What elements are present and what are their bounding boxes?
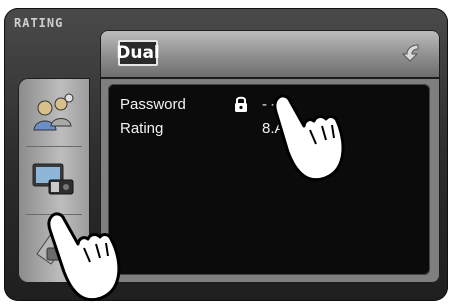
brand-logo: Dual: [116, 40, 160, 66]
sidebar-divider: [26, 214, 82, 215]
video-icon: [32, 163, 74, 195]
main-panel: Password - - - - Rating 8.Ad: [100, 78, 440, 283]
back-button[interactable]: [400, 42, 426, 66]
back-arrow-icon: [401, 44, 419, 62]
password-label: Password: [120, 96, 186, 113]
sidebar-item-video[interactable]: [24, 150, 84, 206]
password-value: - - - -: [262, 96, 295, 113]
sidebar-item-users[interactable]: [24, 84, 84, 140]
sidebar-item-rating[interactable]: [24, 218, 84, 274]
rating-label: Rating: [120, 120, 164, 137]
sidebar: [18, 78, 90, 283]
header-bar: Dual: [100, 30, 440, 78]
rating-icon: [36, 233, 66, 265]
window-title: RATING: [14, 16, 64, 30]
settings-screen: Password - - - - Rating 8.Ad: [108, 84, 430, 275]
users-icon: [33, 93, 74, 131]
lock-icon: [235, 96, 247, 112]
rating-row[interactable]: Rating 8.Ad: [120, 118, 420, 140]
password-row[interactable]: Password - - - -: [120, 94, 420, 116]
device-frame: RATING Dual Password - - - - Rating 8.Ad: [4, 8, 448, 301]
sidebar-divider: [26, 146, 82, 147]
rating-value: 8.Ad: [262, 120, 293, 137]
